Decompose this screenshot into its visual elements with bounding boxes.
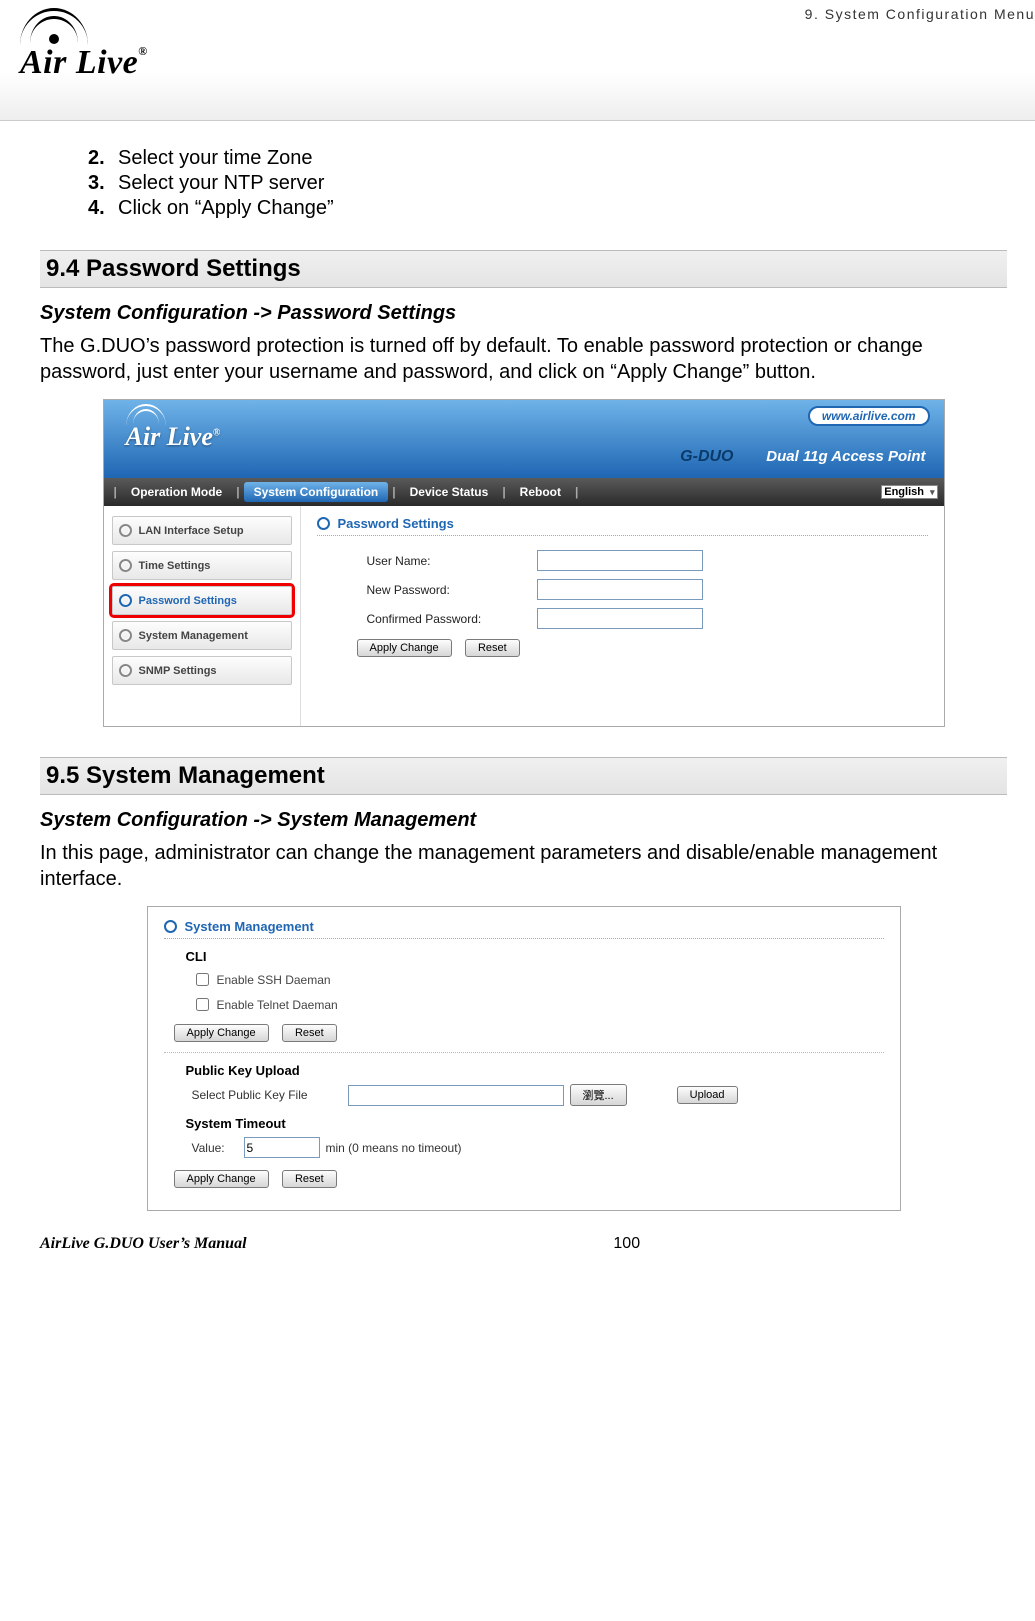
sidebar-item-time[interactable]: Time Settings [112,551,292,580]
divider [164,1052,884,1053]
bullet-icon [317,517,330,530]
label-value: Value: [192,1141,238,1155]
footer-manual-name: AirLive G.DUO User’s Manual [40,1235,247,1253]
panel-title: Password Settings [317,516,928,536]
input-username[interactable] [537,550,703,571]
tab-reboot[interactable]: Reboot [510,482,571,502]
nav-sep: | [392,485,395,499]
label-username: User Name: [317,554,537,568]
router-ui-screenshot: Air Live® www.airlive.com G-DUO Dual 11g… [103,399,945,727]
label-timeout-suffix: min (0 means no timeout) [326,1141,462,1155]
label-enable-telnet: Enable Telnet Daeman [217,998,338,1012]
breadcrumb: System Configuration -> Password Setting… [40,302,1007,325]
router-model: G-DUO [680,448,733,466]
sidebar-item-password[interactable]: Password Settings [112,586,292,615]
radio-icon [119,664,132,677]
tab-device-status[interactable]: Device Status [400,482,499,502]
section-body: In this page, administrator can change t… [40,840,1007,892]
input-timeout-value[interactable] [244,1137,320,1158]
nav-sep: | [114,485,117,499]
wifi-arcs-icon [20,8,88,46]
step-num: 3. [88,172,118,195]
step-num: 4. [88,197,118,220]
sidebar-item-label: System Management [139,630,248,642]
label-new-password: New Password: [317,583,537,597]
sidebar-item-label: LAN Interface Setup [139,525,244,537]
router-banner: Air Live® www.airlive.com G-DUO Dual 11g… [104,400,944,478]
label-confirm-password: Confirmed Password: [317,612,537,626]
panel-title-text: Password Settings [338,516,454,531]
nav-sep: | [236,485,239,499]
cli-heading: CLI [186,949,884,964]
radio-icon [119,594,132,607]
page-footer: AirLive G.DUO User’s Manual 100 [0,1231,1035,1259]
page-header: 9. System Configuration Menu Air Live® [0,0,1035,121]
radio-icon [119,559,132,572]
panel-title-text: System Management [185,919,314,934]
label-enable-ssh: Enable SSH Daeman [217,973,331,987]
page-number: 100 [247,1235,1007,1253]
public-key-heading: Public Key Upload [186,1063,884,1078]
reset-button[interactable]: Reset [465,639,520,657]
step-text: Click on “Apply Change” [118,197,334,219]
router-main-panel: Password Settings User Name: New Passwor… [301,506,944,726]
language-select[interactable]: English [881,485,937,499]
system-management-screenshot: System Management CLI Enable SSH Daeman … [147,906,901,1211]
step-list: 2.Select your time Zone 3.Select your NT… [88,147,1007,220]
input-new-password[interactable] [537,579,703,600]
section-heading-password: 9.4 Password Settings [40,250,1007,288]
chapter-title: 9. System Configuration Menu [805,6,1035,22]
section-body: The G.DUO’s password protection is turne… [40,333,1007,385]
input-confirm-password[interactable] [537,608,703,629]
reset-button[interactable]: Reset [282,1170,337,1188]
router-sidebar: LAN Interface Setup Time Settings Passwo… [104,506,301,726]
radio-icon [119,524,132,537]
sidebar-item-lan[interactable]: LAN Interface Setup [112,516,292,545]
panel-title: System Management [164,919,884,939]
apply-change-button[interactable]: Apply Change [357,639,452,657]
nav-sep: | [502,485,505,499]
step-text: Select your NTP server [118,172,324,194]
reset-button[interactable]: Reset [282,1024,337,1042]
section-heading-system-management: 9.5 System Management [40,757,1007,795]
apply-change-button[interactable]: Apply Change [174,1170,269,1188]
router-tagline: Dual 11g Access Point [766,448,925,465]
brand-logo: Air Live® [20,8,148,82]
brand-name: Air Live® [20,44,148,82]
router-nav: | Operation Mode | System Configuration … [104,478,944,506]
nav-sep: | [575,485,578,499]
checkbox-enable-ssh[interactable] [196,973,209,986]
tab-operation-mode[interactable]: Operation Mode [121,482,232,502]
step-num: 2. [88,147,118,170]
sidebar-item-label: Time Settings [139,560,211,572]
sidebar-item-snmp[interactable]: SNMP Settings [112,656,292,685]
label-select-public-key: Select Public Key File [192,1088,342,1102]
upload-button[interactable]: Upload [677,1086,738,1104]
sidebar-item-label: Password Settings [139,595,237,607]
bullet-icon [164,920,177,933]
sidebar-item-label: SNMP Settings [139,665,217,677]
radio-icon [119,629,132,642]
step-text: Select your time Zone [118,147,313,169]
wifi-arcs-icon [126,404,166,424]
sidebar-item-system-management[interactable]: System Management [112,621,292,650]
checkbox-enable-telnet[interactable] [196,998,209,1011]
tab-system-configuration[interactable]: System Configuration [244,482,389,502]
router-logo: Air Live® [126,422,221,452]
browse-button[interactable]: 瀏覽... [570,1084,627,1106]
breadcrumb: System Configuration -> System Managemen… [40,809,1007,832]
input-public-key-file[interactable] [348,1085,564,1106]
system-timeout-heading: System Timeout [186,1116,884,1131]
router-url-badge[interactable]: www.airlive.com [808,406,930,426]
apply-change-button[interactable]: Apply Change [174,1024,269,1042]
